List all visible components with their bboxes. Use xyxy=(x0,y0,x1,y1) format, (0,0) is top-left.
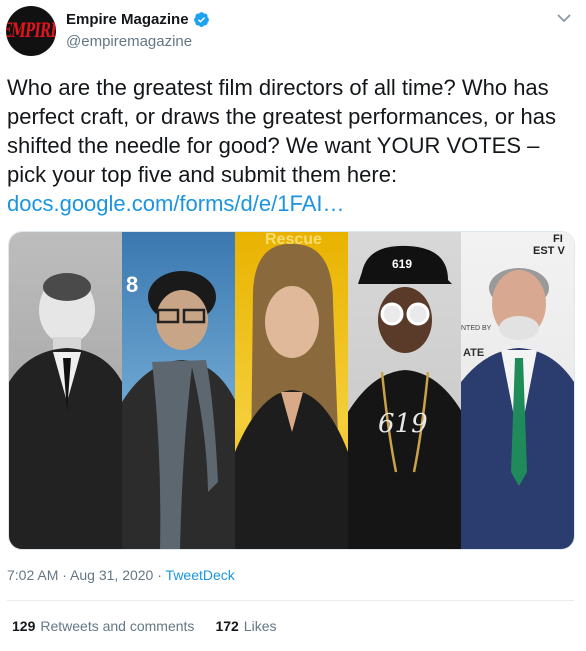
likes-label: Likes xyxy=(243,618,277,634)
portrait-4-illustration: 619 619 xyxy=(347,245,462,549)
portrait-3-illustration: Rescue xyxy=(235,232,348,549)
tweet-text: Who are the greatest film directors of a… xyxy=(7,73,582,218)
portrait-1-illustration xyxy=(9,273,122,549)
likes-stat[interactable]: 172 Likes xyxy=(215,618,276,634)
tweet-date[interactable]: Aug 31, 2020 xyxy=(70,567,153,583)
panel-5-backdrop-text-4: ATE xyxy=(463,347,484,359)
photo-panel-3: Rescue xyxy=(235,232,348,549)
meta-separator: · xyxy=(58,567,71,583)
divider xyxy=(7,600,574,601)
panel-4-cap-text: 619 xyxy=(392,257,412,271)
tweet-time[interactable]: 7:02 AM xyxy=(7,567,58,583)
tweet-image[interactable]: 8 Rescue 619 619 FI EST V NTED BY ATE xyxy=(8,231,575,550)
handle[interactable]: @empiremagazine xyxy=(66,33,192,50)
tweet-stats: 129 Retweets and comments 172 Likes xyxy=(12,618,297,634)
tweet-body: Who are the greatest film directors of a… xyxy=(7,75,557,187)
display-name[interactable]: Empire Magazine xyxy=(66,11,189,28)
panel-5-backdrop-text-1: FI xyxy=(553,233,563,245)
tweet-source-link[interactable]: TweetDeck xyxy=(166,567,235,583)
retweets-stat[interactable]: 129 Retweets and comments xyxy=(12,618,194,634)
avatar[interactable]: EMPIRE xyxy=(6,6,56,56)
retweets-label: Retweets and comments xyxy=(40,618,195,634)
tweet-meta: 7:02 AM · Aug 31, 2020 · TweetDeck xyxy=(7,567,235,583)
chevron-down-icon[interactable] xyxy=(557,13,571,23)
photo-panel-4: 619 619 xyxy=(347,232,462,549)
photo-panel-2: 8 xyxy=(121,232,236,549)
portrait-2-illustration: 8 xyxy=(121,271,236,549)
photo-panel-5: FI EST V NTED BY ATE xyxy=(461,232,574,549)
portrait-5-illustration: FI EST V NTED BY ATE xyxy=(461,233,574,549)
meta-separator: · xyxy=(153,567,166,583)
panel-5-backdrop-text-3: NTED BY xyxy=(461,325,492,332)
likes-count: 172 xyxy=(215,618,239,634)
panel-2-backdrop-text: 8 xyxy=(126,272,138,297)
avatar-logo-text: EMPIRE xyxy=(6,19,56,43)
author-name-row[interactable]: Empire Magazine xyxy=(66,11,210,28)
photo-panel-1 xyxy=(9,232,122,549)
tweet-link[interactable]: docs.google.com/forms/d/e/1FAI… xyxy=(7,191,345,216)
tweet-card: EMPIRE Empire Magazine @empiremagazine W… xyxy=(0,0,586,651)
panel-5-backdrop-text-2: EST V xyxy=(533,245,565,257)
verified-badge-icon xyxy=(193,12,209,27)
retweets-count: 129 xyxy=(12,618,36,634)
panel-4-shirt-text: 619 xyxy=(378,409,428,439)
